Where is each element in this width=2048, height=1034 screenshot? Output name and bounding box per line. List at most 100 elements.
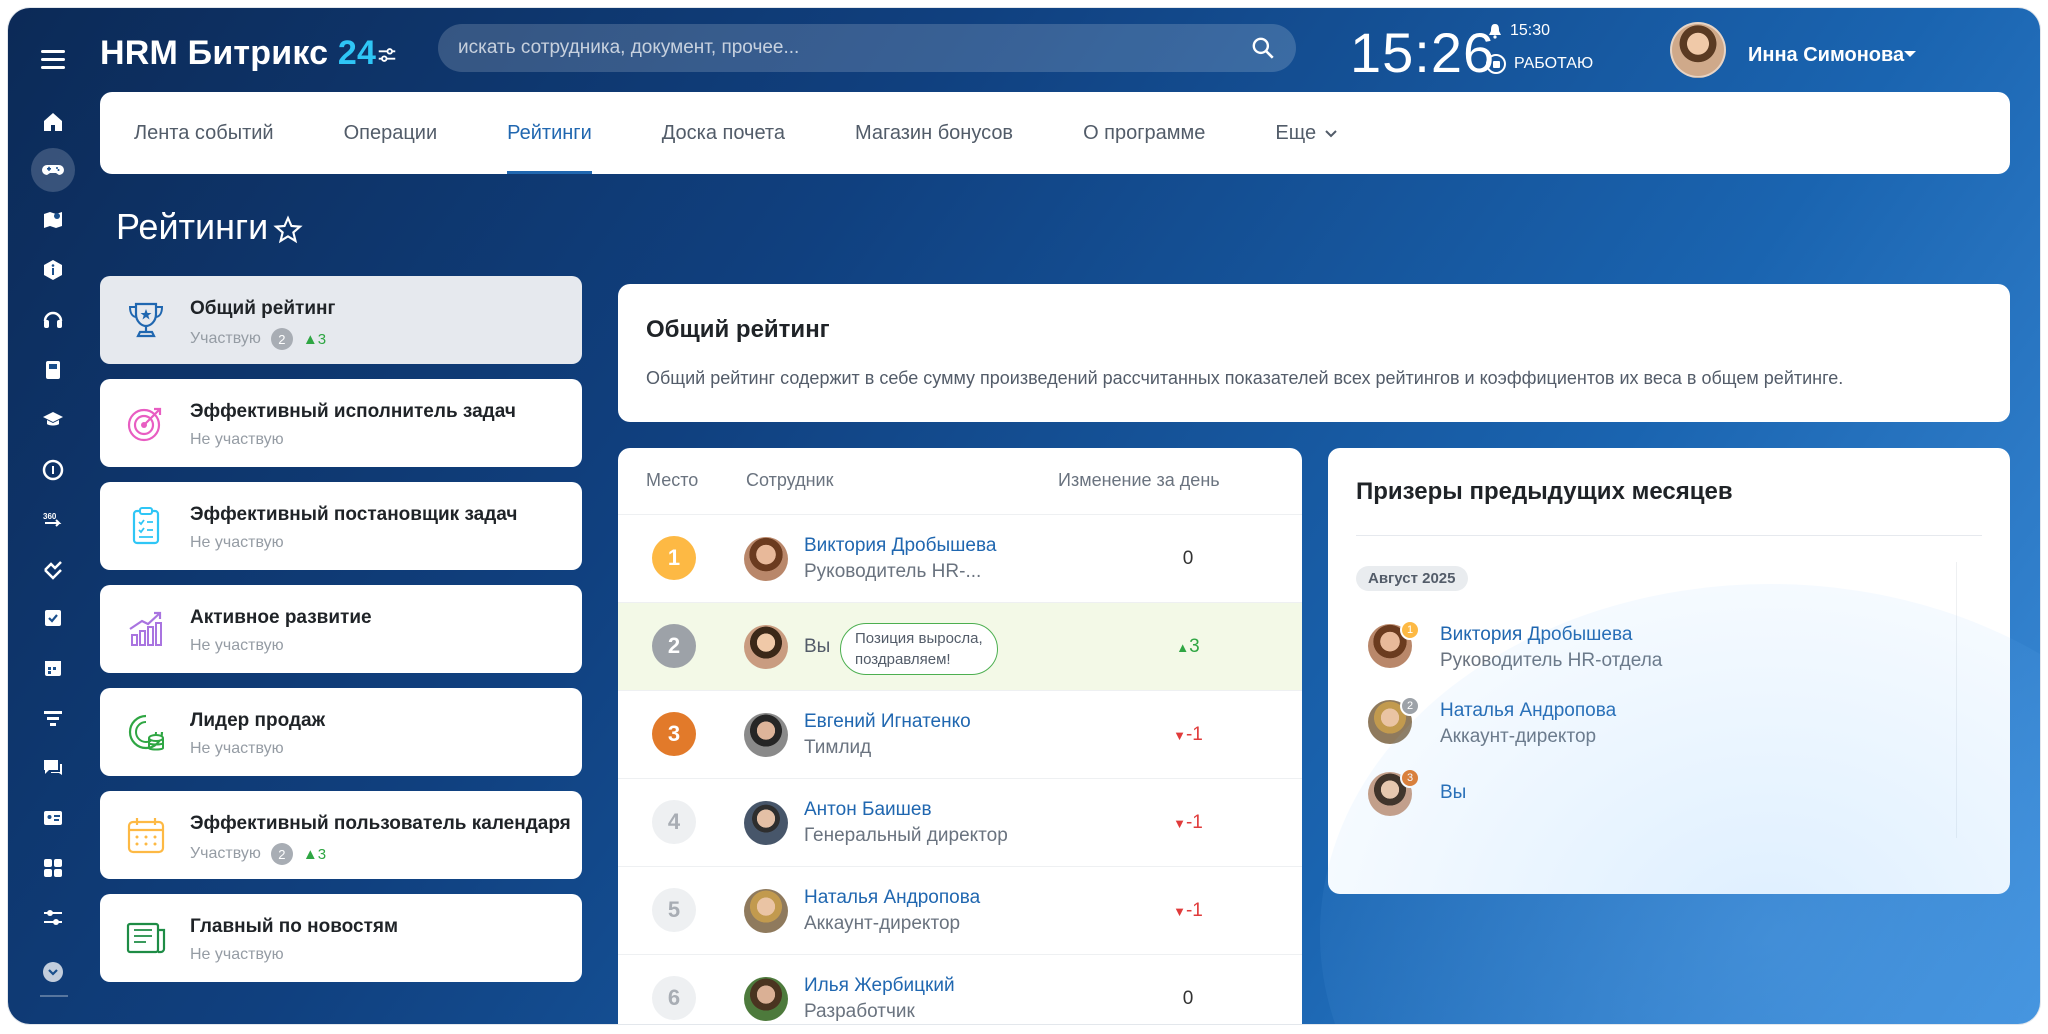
- up-arrow-icon: ▲: [1176, 640, 1190, 655]
- search-bar: [438, 24, 1296, 72]
- tab-more[interactable]: Еще: [1275, 92, 1338, 174]
- user-name[interactable]: Инна Симонова: [1748, 44, 1904, 67]
- info-title: Общий рейтинг: [646, 316, 830, 343]
- winner-name-link[interactable]: Вы: [1440, 782, 1466, 804]
- employee-role: Аккаунт-директор: [804, 913, 961, 934]
- rating-status-label: Не участвую: [190, 534, 284, 551]
- avatar[interactable]: [744, 889, 788, 933]
- rating-item-task-executor[interactable]: Эффективный исполнитель задач Не участву…: [100, 379, 582, 467]
- tab-bonus-shop[interactable]: Магазин бонусов: [855, 92, 1013, 174]
- info-description: Общий рейтинг содержит в себе сумму прои…: [646, 368, 1844, 388]
- employee-role: Тимлид: [804, 737, 872, 758]
- map-icon[interactable]: [31, 198, 75, 242]
- day-change-value: -1: [1185, 900, 1203, 921]
- user-avatar[interactable]: [1670, 22, 1726, 78]
- left-rail: 360: [8, 8, 98, 1024]
- day-change-value: -1: [1185, 812, 1203, 833]
- place-badge: 5: [652, 888, 696, 932]
- winner-item: 2 Наталья Андропова Аккаунт-директор: [1368, 696, 1928, 756]
- badge-one-icon[interactable]: [31, 448, 75, 492]
- page-title: Рейтинги: [116, 206, 269, 247]
- id-card-icon[interactable]: [31, 796, 75, 840]
- chat-icon[interactable]: [31, 746, 75, 790]
- book-icon[interactable]: [31, 348, 75, 392]
- column-header-place: Место: [646, 470, 699, 490]
- tab-operations[interactable]: Операции: [344, 92, 438, 174]
- tab-honor-board[interactable]: Доска почета: [662, 92, 785, 174]
- rating-change: ▲3: [302, 330, 327, 348]
- rating-item-general[interactable]: Общий рейтинг Участвую 2 ▲3: [100, 276, 582, 364]
- alarm-reminder[interactable]: 15:30: [1488, 22, 1550, 40]
- down-arrow-icon: ▼: [1173, 904, 1186, 919]
- newspaper-icon: [126, 922, 166, 954]
- menu-icon[interactable]: [41, 50, 65, 69]
- day-change-value: -1: [1185, 724, 1203, 745]
- winner-place-badge: 3: [1400, 768, 1420, 788]
- calendar-rail-icon[interactable]: [31, 646, 75, 690]
- rating-place-badge: 2: [270, 843, 293, 865]
- info-icon[interactable]: [31, 248, 75, 292]
- rating-status-label: Не участвую: [190, 946, 284, 963]
- home-icon[interactable]: [31, 100, 75, 144]
- current-user-label: Вы: [804, 636, 831, 657]
- gamepad-icon[interactable]: [31, 148, 75, 192]
- employee-name-link[interactable]: Наталья Андропова: [804, 887, 980, 909]
- employee-name-link[interactable]: Антон Баишев: [804, 799, 932, 821]
- expand-more-icon[interactable]: [31, 950, 75, 994]
- app-window: 360 HRM Битрикс 24 искать сотрудника, до…: [8, 8, 2040, 1024]
- position-up-note-line: поздравляем!: [855, 651, 951, 668]
- star-icon[interactable]: [272, 214, 304, 246]
- day-change: ▼-1: [1138, 812, 1238, 834]
- apps-grid-icon[interactable]: [31, 846, 75, 890]
- rating-item-calendar-user[interactable]: Эффективный пользователь календаря Участ…: [100, 791, 582, 879]
- rating-item-task-creator[interactable]: Эффективный постановщик задач Не участву…: [100, 482, 582, 570]
- brand-logo[interactable]: HRM Битрикс 24: [100, 34, 376, 73]
- tab-feed[interactable]: Лента событий: [134, 92, 274, 174]
- user-menu-caret-icon[interactable]: [1904, 51, 1916, 57]
- sliders-icon[interactable]: [31, 896, 75, 940]
- work-status-label: РАБОТАЮ: [1514, 55, 1594, 72]
- rating-status: Не участвую: [190, 637, 284, 655]
- rating-status: Не участвую: [190, 740, 284, 758]
- avatar[interactable]: [744, 713, 788, 757]
- avatar[interactable]: [744, 801, 788, 845]
- task-checkbox-icon[interactable]: [31, 596, 75, 640]
- filter-icon[interactable]: [31, 696, 75, 740]
- scroll-track[interactable]: [1956, 562, 1957, 838]
- rating-item-active-development[interactable]: Активное развитие Не участвую: [100, 585, 582, 673]
- avatar[interactable]: [744, 977, 788, 1021]
- rating-status: Участвую 2 ▲3: [190, 328, 326, 350]
- rating-item-news[interactable]: Главный по новостям Не участвую: [100, 894, 582, 982]
- winner-item: 3 Вы: [1368, 768, 1928, 828]
- place-badge: 2: [652, 624, 696, 668]
- search-icon[interactable]: [1250, 35, 1276, 61]
- coins-icon: [128, 714, 164, 751]
- avatar[interactable]: [744, 537, 788, 581]
- rating-info-card: Общий рейтинг Общий рейтинг содержит в с…: [618, 284, 2010, 422]
- graduation-cap-icon[interactable]: [31, 398, 75, 442]
- rating-item-sales-leader[interactable]: Лидер продаж Не участвую: [100, 688, 582, 776]
- tab-about[interactable]: О программе: [1083, 92, 1205, 174]
- leaderboard-table: Место Сотрудник Изменение за день 1 Викт…: [618, 448, 1302, 1024]
- winner-name-link[interactable]: Виктория Дробышева: [1440, 624, 1632, 646]
- rating-change-value: 3: [317, 330, 327, 348]
- place-badge: 4: [652, 800, 696, 844]
- target-icon: [127, 407, 162, 442]
- brand-settings-icon[interactable]: [376, 44, 398, 66]
- employee-name-link[interactable]: Виктория Дробышева: [804, 535, 996, 557]
- clock-time[interactable]: 15:26: [1350, 20, 1495, 85]
- employee-name-link[interactable]: Илья Жербицкий: [804, 975, 955, 997]
- tab-ratings[interactable]: Рейтинги: [507, 92, 592, 174]
- down-arrow-icon: ▼: [1173, 816, 1186, 831]
- place-badge: 6: [652, 976, 696, 1020]
- headset-icon[interactable]: [31, 298, 75, 342]
- column-header-change: Изменение за день: [1058, 470, 1220, 490]
- feedback-360-icon[interactable]: 360: [31, 498, 75, 542]
- employee-name-link[interactable]: Евгений Игнатенко: [804, 711, 971, 733]
- winner-item: 1 Виктория Дробышева Руководитель HR-отд…: [1368, 620, 1928, 680]
- winner-name-link[interactable]: Наталья Андропова: [1440, 700, 1616, 722]
- handshake-icon[interactable]: [31, 548, 75, 592]
- avatar[interactable]: [744, 625, 788, 669]
- search-input[interactable]: [458, 37, 1250, 59]
- work-status[interactable]: РАБОТАЮ: [1486, 54, 1593, 74]
